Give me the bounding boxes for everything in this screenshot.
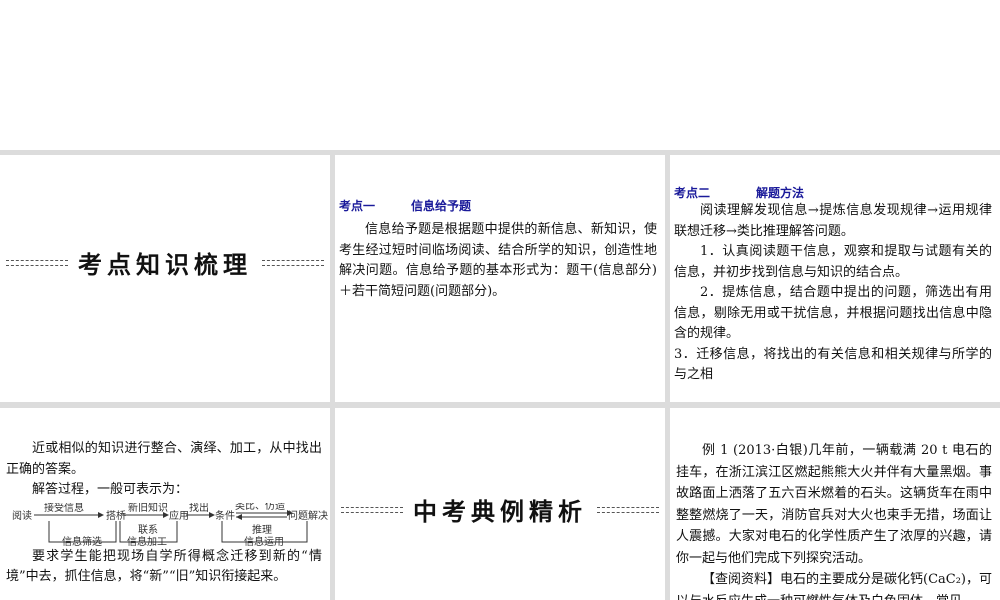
body-text: 要求学生能把现场自学所得概念迁移到新的“情境”中去，抓住信息，将“新”“旧”知识…	[6, 548, 322, 585]
process-intro: 解答过程，一般可表示为：	[32, 482, 189, 497]
flow-label: 推理	[252, 523, 272, 536]
section-title: 中考典例精析	[413, 498, 587, 526]
flow-node: 搭桥	[106, 509, 126, 522]
step-3: 3．迁移信息，将找出的有关信息和相关规律与所学的与之相	[674, 346, 992, 383]
title-row: 考点知识梳理	[0, 245, 330, 280]
flow-node: 阅读	[12, 509, 32, 522]
dash-decoration	[262, 259, 324, 266]
flow-label: 信息加工	[127, 535, 167, 547]
flow-label: 类比、仿造	[235, 503, 285, 512]
body-text: 信息给予题是根据题中提供的新信息、新知识，使考生经过短时间临场阅读、结合所学的知…	[339, 222, 657, 299]
dash-decoration	[6, 259, 68, 266]
slide-example-1[interactable]: 例 1 (2013·白银)几年前，一辆载满 20 t 电石的挂车，在浙江滨江区燃…	[670, 408, 1000, 600]
point-heading: 考点一 信息给予题	[339, 197, 657, 214]
point-topic: 解题方法	[756, 186, 805, 200]
section-title: 考点知识梳理	[78, 251, 252, 279]
example-text: 例 1 (2013·白银)几年前，一辆载满 20 t 电石的挂车，在浙江滨江区燃…	[676, 443, 992, 566]
flow-node: 问题解决	[288, 509, 328, 522]
reference-text: 【查阅资料】电石的主要成分是碳化钙(CaC₂)，可以与水反应生成一种可燃性气体及…	[676, 572, 992, 600]
point-heading: 考点二 解题方法	[674, 184, 992, 201]
flow-label: 新旧知识	[128, 503, 168, 514]
process-flowchart: 阅读 搭桥 应用 条件 问题解决 接受信息 新旧知识 找出 类比、仿造 推理 信…	[12, 503, 328, 547]
slide-point-two[interactable]: 考点二 解题方法 阅读理解发现信息→提炼信息发现规律→运用规律联想迁移→类比推理解…	[670, 155, 1000, 402]
slide-point-one[interactable]: 考点一 信息给予题 信息给予题是根据题中提供的新信息、新知识，使考生经过短时间临场…	[335, 155, 665, 402]
point-label: 考点一	[339, 199, 376, 213]
flow-label: 信息筛选	[62, 535, 102, 547]
body-text: 近或相似的知识进行整合、演绎、加工，从中找出正确的答案。	[6, 441, 322, 477]
flow-node: 应用	[169, 509, 189, 522]
title-row: 中考典例精析	[335, 492, 665, 527]
step-2: 2．提炼信息，结合题中提出的问题，筛选出有用信息，剔除无用或干扰信息，并根据问题…	[674, 285, 992, 341]
dash-decoration	[597, 506, 659, 513]
point-label: 考点二	[674, 186, 711, 200]
slide-knowledge-title[interactable]: 考点知识梳理	[0, 155, 330, 402]
step-1: 1．认真阅读题干信息，观察和提取与试题有关的信息，并初步找到信息与知识的结合点。	[674, 244, 992, 280]
flow-node: 条件	[215, 509, 235, 522]
dash-decoration	[341, 506, 403, 513]
slide-examples-title[interactable]: 中考典例精析	[335, 408, 665, 600]
flow-label: 接受信息	[44, 503, 84, 514]
point-topic: 信息给予题	[411, 199, 472, 213]
flow-label: 联系	[138, 524, 158, 536]
intro-text: 阅读理解发现信息→提炼信息发现规律→运用规律联想迁移→类比推理解答问题。	[674, 203, 992, 239]
blank-header	[0, 0, 1000, 150]
slide-process[interactable]: 近或相似的知识进行整合、演绎、加工，从中找出正确的答案。 解答过程，一般可表示为…	[0, 408, 330, 600]
flow-label: 信息运用	[244, 535, 284, 547]
flow-label: 找出	[189, 503, 209, 514]
